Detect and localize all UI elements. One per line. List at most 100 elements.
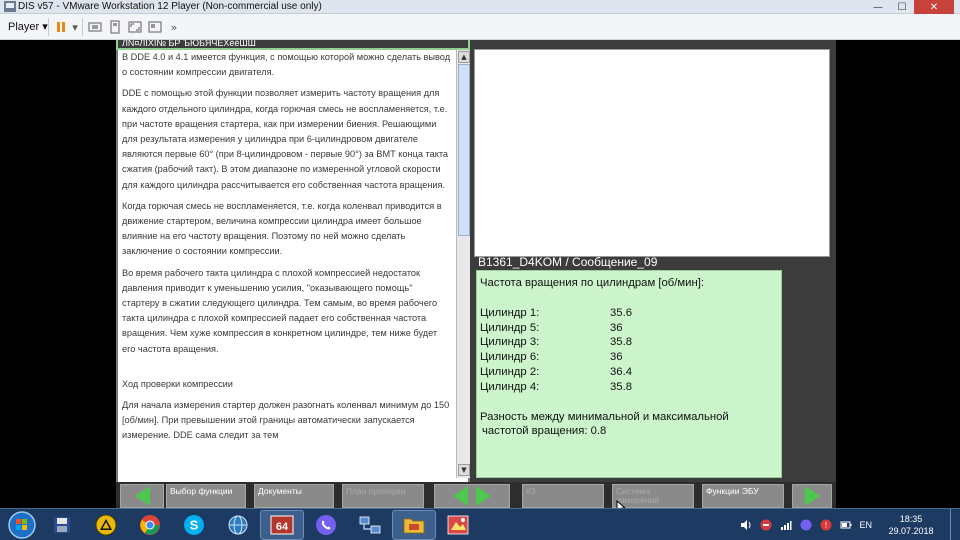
vm-app-label: 64 (276, 521, 289, 533)
message-box: Частота вращения по цилиндрам [об/мин]: … (476, 270, 782, 478)
svg-text:!: ! (825, 521, 827, 530)
speaker-icon[interactable] (739, 518, 753, 532)
documents-button[interactable]: Документы (254, 484, 334, 508)
window-title: DIS v57 - VMware Workstation 12 Player (… (18, 1, 322, 12)
cylinder-label: Цилиндр 3: (480, 336, 540, 349)
taskbar-skype[interactable]: S (172, 510, 216, 540)
forward-button[interactable] (792, 484, 832, 508)
clock-date: 29.07.2018 (888, 526, 934, 536)
cylinder-value: 35.8 (610, 336, 632, 349)
cylinder-value: 35.8 (610, 380, 632, 393)
taskbar-vmware[interactable]: 64 (260, 510, 304, 540)
ecu-functions-button[interactable]: Функции ЭБУ (702, 484, 784, 508)
vmware-player-window: DIS v57 - VMware Workstation 12 Player (… (0, 0, 960, 540)
cylinder-row: Цилиндр 4: 35.8 (480, 380, 778, 395)
svg-text:S: S (190, 518, 199, 533)
start-button[interactable] (4, 510, 40, 540)
dis-application: ЛN¤ЛЇХI№ БР ЪЮБЯЧЕХёёШШ В DDE 4.0 и 4.1 … (116, 40, 836, 518)
doc-paragraph: Когда горючая смесь не воспламеняется, т… (122, 200, 442, 257)
network-computers-icon (359, 516, 381, 534)
floppy-disk-icon (54, 517, 70, 533)
scroll-down-button[interactable]: ▼ (458, 464, 470, 476)
clock[interactable]: 18:35 29.07.2018 (880, 513, 942, 537)
cylinder-value: 36.4 (610, 365, 632, 378)
doc-paragraph: Для начала измерения стартер должен разо… (122, 400, 450, 441)
arrow-left-icon (134, 486, 150, 506)
pause-icon[interactable] (56, 22, 66, 32)
page-navigation[interactable] (434, 484, 510, 508)
doc-paragraph: В DDE 4.0 и 4.1 имеется функция, с помощ… (122, 52, 451, 78)
paint-icon (447, 515, 469, 535)
unity-icon[interactable] (148, 18, 162, 36)
network-status-icon[interactable] (779, 518, 793, 532)
scroll-thumb[interactable] (458, 64, 470, 236)
document-scrollbar[interactable]: ▲ ▼ (456, 50, 470, 478)
scroll-up-button[interactable]: ▲ (458, 51, 470, 63)
cylinder-value: 36 (610, 321, 623, 334)
player-menu[interactable]: Player ▾ (8, 20, 48, 34)
skype-icon: S (184, 515, 204, 535)
cylinder-label: Цилиндр 2: (480, 365, 540, 378)
document-title: ЛN¤ЛЇХI№ БР ЪЮБЯЧЕХёёШШ (116, 40, 470, 50)
taskbar-folder[interactable] (392, 510, 436, 540)
cylinder-row: Цилиндр 6: 36 (480, 350, 778, 365)
cylinder-label: Цилиндр 6: (480, 351, 540, 364)
arrow-left-icon[interactable] (453, 486, 468, 506)
message-header: B1361_D4KOM / Сообщение_09 (478, 255, 658, 269)
doc-paragraph: Во время рабочего такта цилиндра с плохо… (122, 267, 438, 354)
viber-icon (316, 515, 336, 535)
maximize-button[interactable]: ☐ (890, 0, 914, 14)
chevron-down-icon: ▾ (42, 21, 48, 33)
send-ctrl-alt-del-icon[interactable] (88, 18, 102, 36)
taskbar-network-devices[interactable] (348, 510, 392, 540)
player-menu-label: Player (8, 20, 40, 33)
removable-devices-icon[interactable] (108, 18, 122, 36)
cylinder-value: 35.6 (610, 306, 632, 319)
taskbar-chrome[interactable] (128, 510, 172, 540)
vmware-toolbar: Player ▾ ▾ » (0, 14, 960, 40)
message-diff-line: частотой вращения: 0.8 (482, 425, 607, 438)
test-plan-button[interactable]: План проверки (342, 484, 424, 508)
language-indicator[interactable]: EN (859, 520, 872, 530)
taskbar-save-app[interactable] (40, 510, 84, 540)
taskbar-image-app[interactable] (436, 510, 480, 540)
security-alert-icon[interactable] (759, 518, 773, 532)
windows-logo-icon (8, 511, 36, 539)
show-desktop-button[interactable] (950, 509, 960, 540)
title-bar[interactable]: DIS v57 - VMware Workstation 12 Player (… (0, 0, 960, 14)
more-options-icon[interactable]: » (168, 18, 180, 36)
cylinder-label: Цилиндр 5: (480, 321, 540, 334)
vmware-icon: 64 (270, 515, 294, 535)
full-screen-icon[interactable] (128, 18, 142, 36)
viber-tray-icon[interactable] (799, 518, 813, 532)
document-text: В DDE 4.0 и 4.1 имеется функция, с помощ… (122, 50, 452, 475)
cylinder-label: Цилиндр 4: (480, 380, 540, 393)
close-button[interactable]: ✕ (914, 0, 954, 14)
cylinder-row: Цилиндр 2: 36.4 (480, 365, 778, 380)
select-function-button[interactable]: Выбор функции (166, 484, 246, 508)
arrow-right-icon[interactable] (476, 486, 491, 506)
window-controls: — ☐ ✕ (866, 0, 954, 14)
cylinder-label: Цилиндр 1: (480, 306, 540, 319)
back-button[interactable] (120, 484, 164, 508)
minimize-button[interactable]: — (866, 0, 890, 14)
antivirus-tray-icon[interactable]: ! (819, 518, 833, 532)
hash-button[interactable]: #3 (522, 484, 604, 508)
folder-icon (403, 518, 425, 534)
pause-dropdown-icon[interactable]: ▾ (70, 18, 80, 36)
toolbar-separator (82, 18, 83, 36)
image-panel (474, 49, 830, 257)
cylinder-row: Цилиндр 3: 35.8 (480, 335, 778, 350)
globe-icon (228, 515, 248, 535)
dis-button-bar: Выбор функции Документы План проверки #3… (116, 482, 836, 508)
cylinder-row: Цилиндр 1: 35.6 (480, 306, 778, 321)
taskbar-yellow-app[interactable] (84, 510, 128, 540)
doc-paragraph (122, 363, 452, 371)
taskbar-network-app[interactable] (216, 510, 260, 540)
vmware-app-icon (4, 1, 16, 12)
battery-icon[interactable] (839, 518, 853, 532)
taskbar-viber[interactable] (304, 510, 348, 540)
arrow-right-icon (804, 486, 820, 506)
clock-time: 18:35 (899, 514, 923, 524)
